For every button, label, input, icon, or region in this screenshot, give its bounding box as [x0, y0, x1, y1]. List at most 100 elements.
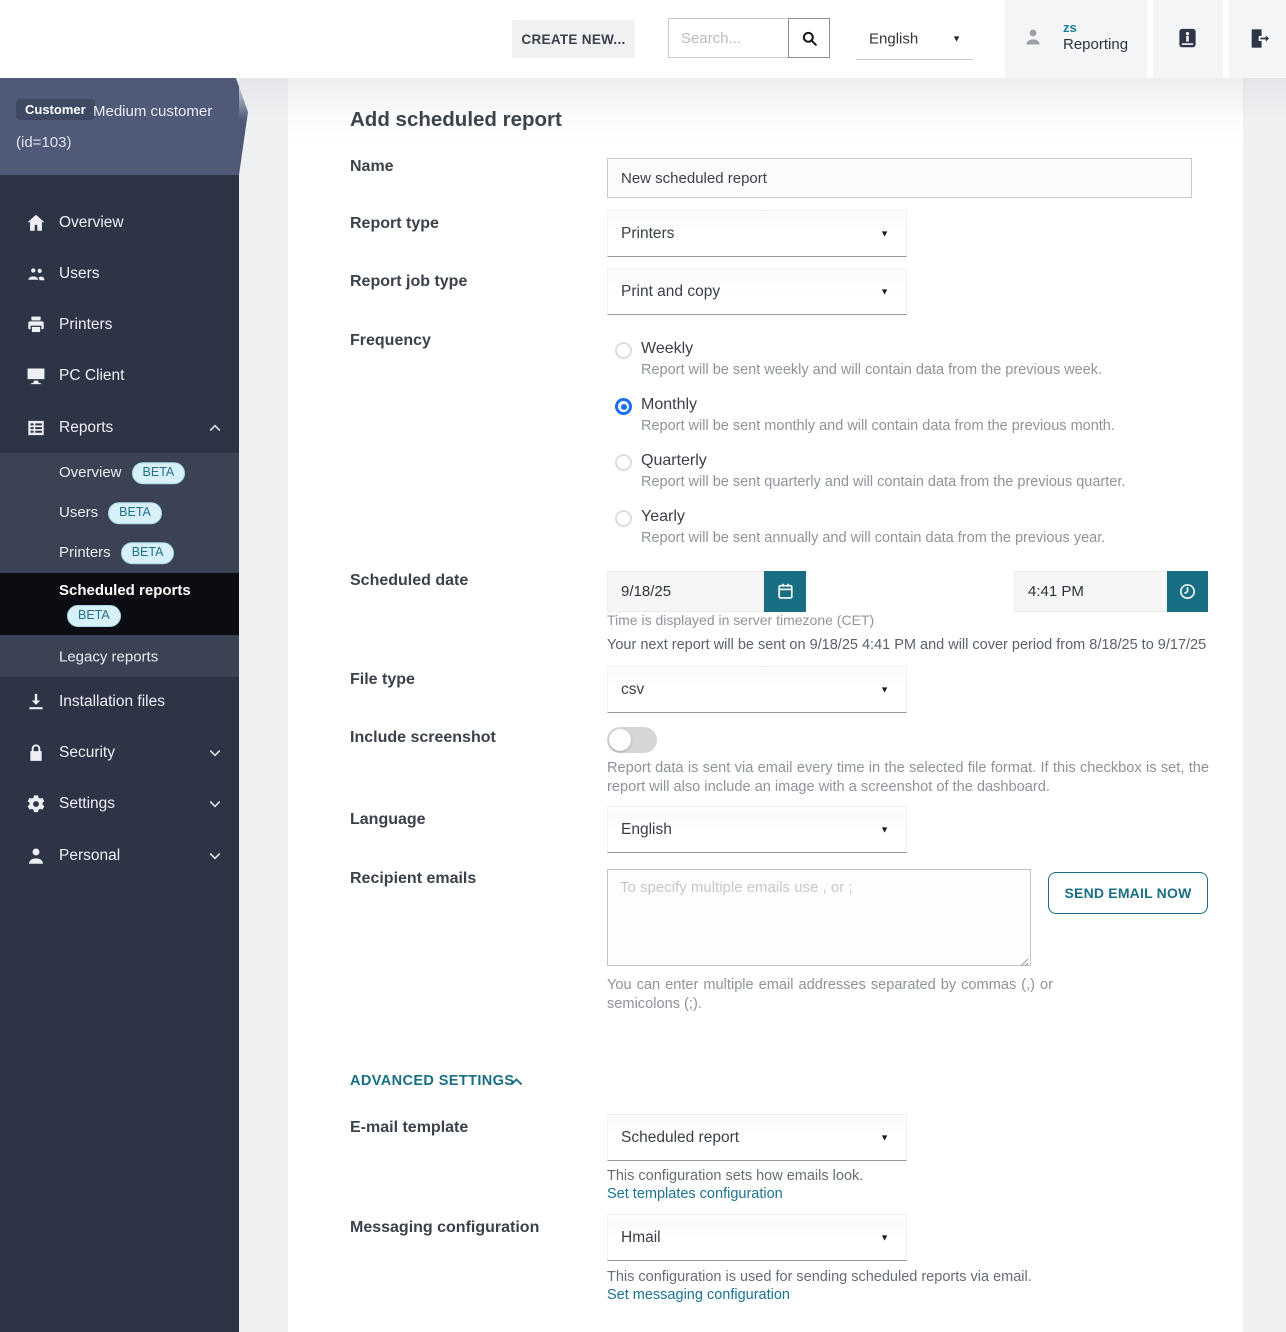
scheduled-date-label: Scheduled date — [350, 572, 469, 589]
search-input[interactable] — [668, 18, 789, 58]
file-type-select[interactable]: csv ▼ — [607, 666, 907, 713]
report-language-select[interactable]: English ▼ — [607, 806, 907, 853]
chevron-down-icon — [207, 796, 223, 812]
radio-quarterly-label[interactable]: Quarterly — [641, 452, 707, 470]
time-input[interactable] — [1014, 571, 1167, 612]
email-template-select[interactable]: Scheduled report ▼ — [607, 1114, 907, 1161]
radio-weekly-desc: Report will be sent weekly and will cont… — [641, 362, 1103, 378]
toggle-knob — [609, 729, 631, 751]
customer-id: (id=103) — [16, 134, 72, 151]
sidebar-item-security[interactable]: Security — [0, 727, 239, 778]
resize-handle-icon[interactable] — [1019, 954, 1029, 967]
gutter-shade — [1243, 78, 1286, 120]
radio-monthly-desc: Report will be sent monthly and will con… — [641, 418, 1115, 434]
manual-book-icon[interactable] — [1175, 26, 1200, 51]
advanced-settings-toggle[interactable]: ADVANCED SETTINGS — [350, 1073, 514, 1089]
chevron-down-icon — [207, 848, 223, 864]
chevron-up-icon[interactable] — [508, 1073, 525, 1090]
logout-icon[interactable] — [1247, 26, 1272, 51]
date-picker-button[interactable] — [764, 571, 806, 612]
reports-submenu: Overview BETA Users BETA Printers BETA S… — [0, 453, 239, 677]
sidebar: Overview Users Printers PC Client Report… — [0, 175, 239, 1332]
radio-weekly[interactable] — [615, 342, 632, 359]
user-initials: zs — [1063, 20, 1077, 35]
sidebar-item-label: Installation files — [59, 692, 165, 710]
printer-icon — [25, 314, 47, 336]
radio-monthly[interactable] — [615, 398, 632, 415]
sidebar-item-reports[interactable]: Reports — [0, 402, 239, 453]
sidebar-item-personal[interactable]: Personal — [0, 830, 239, 881]
sidebar-item-reports-printers[interactable]: Printers BETA — [0, 533, 239, 573]
beta-badge: BETA — [67, 605, 121, 627]
sidebar-item-settings[interactable]: Settings — [0, 778, 239, 829]
sidebar-item-label: PC Client — [59, 366, 125, 384]
create-new-button[interactable]: CREATE NEW... — [512, 20, 635, 58]
set-templates-configuration-link[interactable]: Set templates configuration — [607, 1186, 783, 1202]
name-input[interactable] — [607, 158, 1192, 198]
search-icon — [800, 29, 819, 48]
set-messaging-configuration-link[interactable]: Set messaging configuration — [607, 1287, 790, 1303]
lock-icon — [25, 742, 47, 764]
sidebar-item-reports-overview[interactable]: Overview BETA — [0, 453, 239, 493]
sidebar-item-label: Personal — [59, 846, 121, 864]
date-input[interactable] — [607, 571, 764, 612]
search-button[interactable] — [788, 18, 830, 58]
sidebar-item-label: Printers — [59, 315, 113, 333]
sidebar-item-overview[interactable]: Overview — [0, 197, 239, 248]
sidebar-item-pc-client[interactable]: PC Client — [0, 350, 239, 401]
sidebar-item-installation-files[interactable]: Installation files — [0, 676, 239, 727]
email-template-value: Scheduled report — [621, 1128, 740, 1146]
language-value: English — [869, 30, 919, 47]
sidebar-item-users[interactable]: Users — [0, 248, 239, 299]
caret-down-icon: ▼ — [952, 32, 961, 43]
person-icon — [25, 845, 47, 867]
messaging-configuration-select[interactable]: Hmail ▼ — [607, 1214, 907, 1261]
sidebar-item-scheduled-reports[interactable]: Scheduled reports BETA — [0, 573, 239, 635]
recipient-emails-textarea[interactable] — [607, 869, 1031, 966]
report-type-label: Report type — [350, 215, 439, 232]
chevron-down-icon — [207, 745, 223, 761]
beta-badge: BETA — [108, 502, 162, 524]
time-picker-button[interactable] — [1167, 571, 1208, 612]
recipient-emails-desc: You can enter multiple email addresses s… — [607, 977, 1053, 1012]
radio-quarterly-desc: Report will be sent quarterly and will c… — [641, 474, 1126, 490]
radio-yearly-label[interactable]: Yearly — [641, 508, 685, 526]
sidebar-item-reports-users[interactable]: Users BETA — [0, 493, 239, 533]
email-template-label: E-mail template — [350, 1119, 469, 1136]
caret-down-icon: ▼ — [880, 683, 889, 694]
sub-item-label: Legacy reports — [59, 648, 159, 666]
report-language-label: Language — [350, 811, 426, 828]
file-type-label: File type — [350, 671, 415, 688]
report-job-type-select[interactable]: Print and copy ▼ — [607, 268, 907, 315]
radio-monthly-label[interactable]: Monthly — [641, 396, 697, 414]
sub-item-label: Overview — [59, 464, 122, 482]
page-title: Add scheduled report — [350, 108, 562, 131]
caret-down-icon: ▼ — [880, 1131, 889, 1142]
radio-yearly[interactable] — [615, 510, 632, 527]
report-type-select[interactable]: Printers ▼ — [607, 210, 907, 257]
include-screenshot-toggle[interactable] — [607, 727, 657, 753]
beta-badge: BETA — [120, 542, 175, 564]
recipient-emails-label: Recipient emails — [350, 870, 477, 887]
user-name: Reporting — [1063, 36, 1129, 53]
gutter-shade — [239, 78, 288, 120]
report-type-value: Printers — [621, 224, 675, 242]
radio-quarterly[interactable] — [615, 454, 632, 471]
radio-weekly-label[interactable]: Weekly — [641, 340, 693, 358]
language-select[interactable]: English ▼ — [856, 18, 973, 60]
caret-down-icon: ▼ — [880, 823, 889, 834]
customer-badge: Customer — [16, 99, 95, 120]
sidebar-item-printers[interactable]: Printers — [0, 299, 239, 350]
include-screenshot-desc: Report data is sent via email every time… — [607, 760, 1209, 795]
customer-name: Medium customer — [93, 103, 213, 120]
send-email-now-button[interactable]: SEND EMAIL NOW — [1048, 872, 1208, 914]
messaging-configuration-value: Hmail — [621, 1228, 661, 1246]
email-template-desc: This configuration sets how emails look. — [607, 1168, 864, 1184]
caret-down-icon: ▼ — [880, 227, 889, 238]
sidebar-item-label: Security — [59, 743, 115, 761]
sidebar-item-legacy-reports[interactable]: Legacy reports — [0, 637, 239, 677]
caret-down-icon: ▼ — [880, 285, 889, 296]
home-icon — [25, 212, 47, 234]
reports-icon — [25, 417, 47, 439]
sub-item-label: Users — [59, 504, 99, 522]
